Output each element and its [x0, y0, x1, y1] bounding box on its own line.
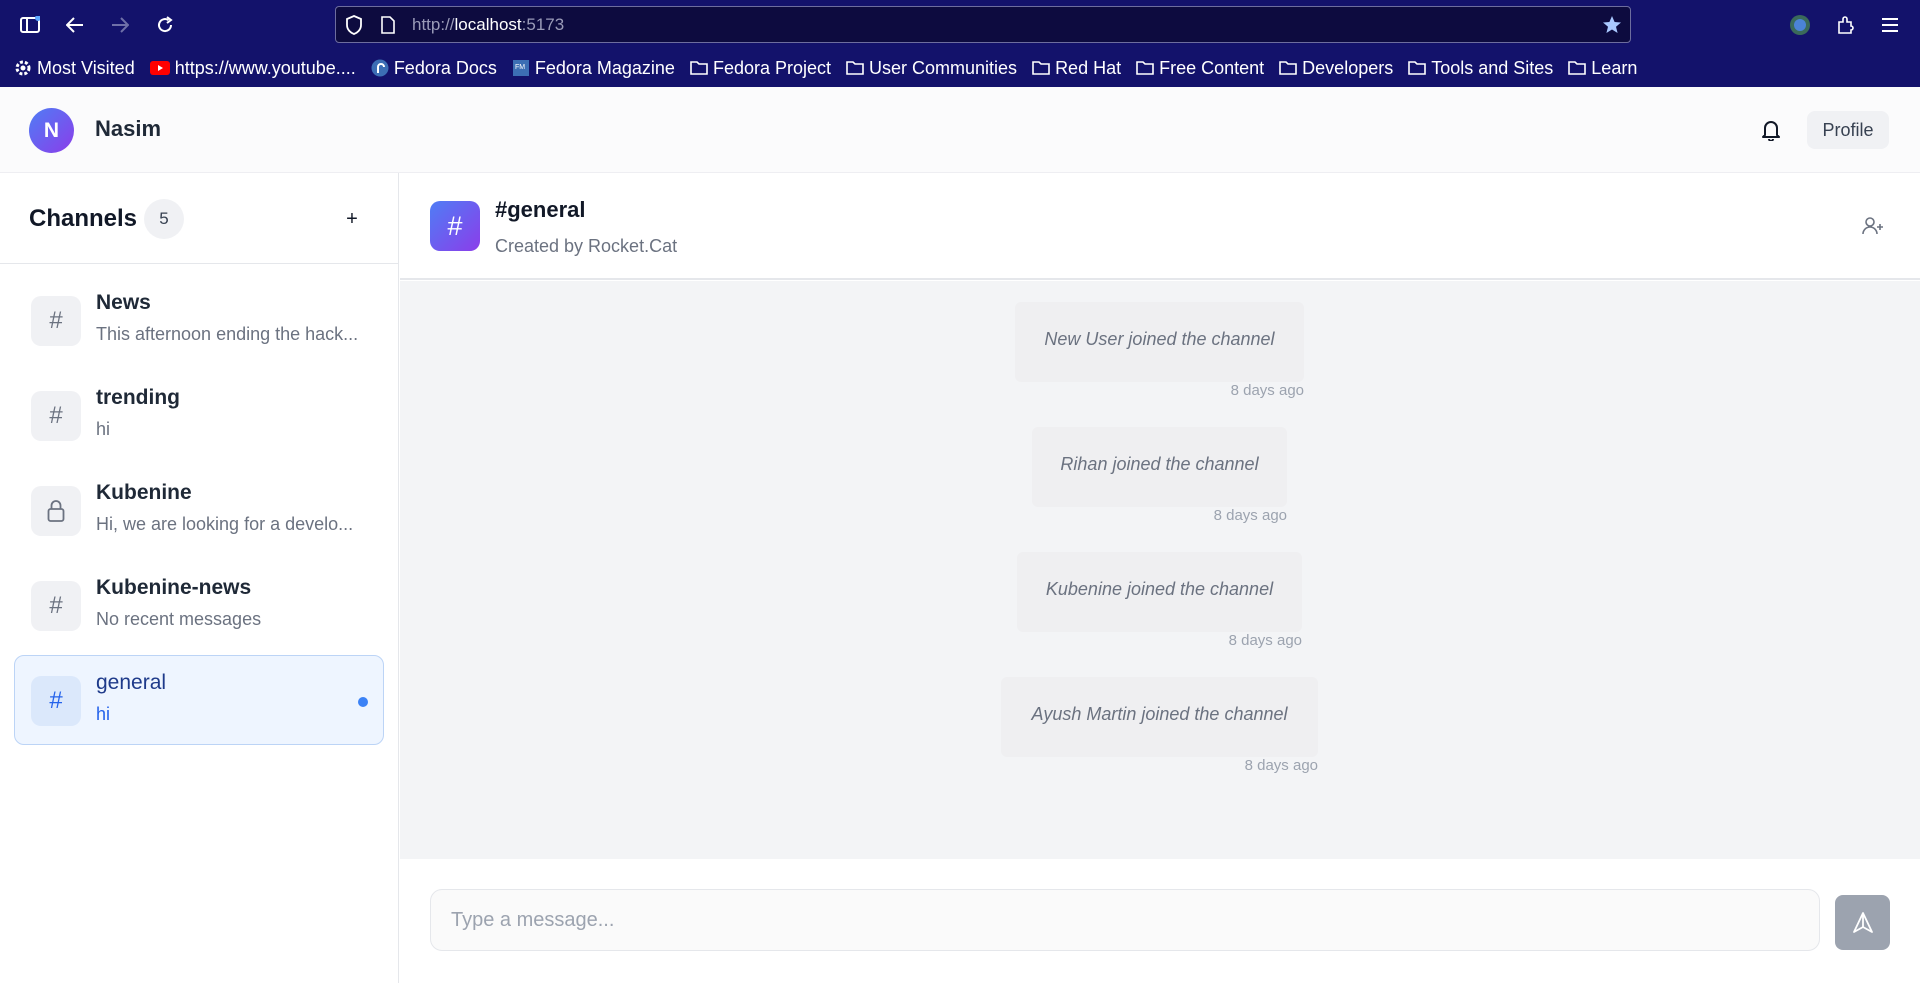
message-list: New User joined the channel 8 days ago R… — [400, 281, 1920, 859]
system-message: Rihan joined the channel 8 days ago — [1032, 427, 1287, 524]
channel-preview: hi — [96, 704, 111, 724]
lock-icon — [31, 486, 81, 536]
sidebar-header: Channels 5 + — [0, 173, 398, 264]
channel-name: general — [96, 671, 167, 694]
bookmark-most-visited[interactable]: Most Visited — [14, 58, 135, 79]
bookmark-learn[interactable]: Learn — [1568, 58, 1637, 79]
channel-subtitle: Created by Rocket.Cat — [495, 236, 678, 256]
svg-text:FM: FM — [515, 64, 525, 71]
channel-name: News — [96, 291, 151, 314]
system-message-text: New User joined the channel — [1044, 329, 1275, 349]
back-icon[interactable] — [62, 12, 88, 38]
bookmark-red-hat[interactable]: Red Hat — [1032, 58, 1121, 79]
bookmarks-bar: Most Visited https://www.youtube.... Fed… — [0, 49, 1920, 87]
message-timestamp: 8 days ago — [1228, 632, 1302, 649]
sidebar-toggle-icon[interactable] — [17, 12, 43, 38]
message-timestamp: 8 days ago — [1244, 757, 1318, 774]
profile-button[interactable]: Profile — [1807, 111, 1889, 149]
channel-hash-icon: # — [430, 201, 480, 251]
send-icon — [1852, 911, 1873, 933]
url-text[interactable]: http://localhost:5173 — [412, 15, 564, 35]
avatar[interactable]: N — [29, 108, 74, 153]
hash-icon: # — [31, 296, 81, 346]
channel-item-general[interactable]: # general hi — [14, 655, 384, 745]
channel-preview: hi — [96, 419, 111, 439]
bookmark-tools-and-sites[interactable]: Tools and Sites — [1408, 58, 1553, 79]
message-timestamp: 8 days ago — [1213, 507, 1287, 524]
folder-icon — [1032, 61, 1050, 75]
bookmark-developers[interactable]: Developers — [1279, 58, 1393, 79]
send-button[interactable] — [1835, 895, 1890, 950]
page-icon — [380, 16, 396, 39]
channel-name: Kubenine-news — [96, 576, 252, 599]
hash-icon: # — [31, 676, 81, 726]
youtube-icon — [149, 61, 170, 75]
folder-icon — [1568, 61, 1587, 75]
reload-icon[interactable] — [152, 12, 178, 38]
system-message-text: Rihan joined the channel — [1060, 454, 1259, 474]
bookmark-youtube[interactable]: https://www.youtube.... — [149, 58, 356, 79]
hash-icon: # — [31, 581, 81, 631]
channel-sidebar: Channels 5 + # News This afternoon endin… — [0, 173, 399, 983]
profile-avatar-icon[interactable] — [1787, 12, 1813, 38]
channel-name: Kubenine — [96, 481, 192, 504]
channel-count-badge: 5 — [144, 199, 184, 239]
hash-icon: # — [31, 391, 81, 441]
message-timestamp: 8 days ago — [1230, 382, 1304, 399]
add-channel-button[interactable]: + — [340, 201, 364, 237]
url-bar[interactable]: http://localhost:5173 — [335, 6, 1631, 43]
bookmark-fedora-magazine[interactable]: FM Fedora Magazine — [512, 58, 675, 79]
system-message: Kubenine joined the channel 8 days ago — [1017, 552, 1302, 649]
folder-icon — [690, 61, 708, 75]
channel-item-trending[interactable]: # trending hi — [14, 370, 384, 460]
forward-icon[interactable] — [107, 12, 133, 38]
bookmark-fedora-docs[interactable]: Fedora Docs — [371, 58, 497, 79]
channel-item-kubenine-news[interactable]: # Kubenine-news No recent messages — [14, 560, 384, 650]
channel-preview: Hi, we are looking for a develo... — [96, 514, 354, 534]
channel-item-news[interactable]: # News This afternoon ending the hack... — [14, 275, 384, 365]
extensions-icon[interactable] — [1832, 12, 1858, 38]
message-composer — [400, 859, 1920, 983]
fedora-magazine-icon: FM — [512, 60, 529, 76]
bookmark-user-communities[interactable]: User Communities — [846, 58, 1017, 79]
menu-icon[interactable] — [1877, 12, 1903, 38]
bookmark-star-icon[interactable] — [1602, 15, 1622, 40]
user-name: Nasim — [95, 116, 162, 141]
system-message-text: Ayush Martin joined the channel — [1031, 704, 1288, 724]
folder-icon — [846, 61, 864, 75]
sidebar-title: Channels — [29, 205, 138, 232]
channel-preview: This afternoon ending the hack... — [96, 324, 359, 344]
channel-item-kubenine[interactable]: Kubenine Hi, we are looking for a develo… — [14, 465, 384, 555]
fedora-icon — [371, 59, 389, 77]
channel-preview: No recent messages — [96, 609, 262, 629]
gear-icon — [15, 60, 31, 76]
bell-icon[interactable] — [1758, 117, 1784, 143]
bookmark-free-content[interactable]: Free Content — [1136, 58, 1264, 79]
browser-toolbar: http://localhost:5173 — [0, 0, 1920, 49]
folder-icon — [1408, 61, 1427, 75]
system-message: Ayush Martin joined the channel 8 days a… — [1001, 677, 1318, 774]
app-header: N Nasim Profile — [0, 87, 1920, 173]
folder-icon — [1279, 61, 1297, 75]
channel-name: trending — [96, 386, 180, 409]
system-message-text: Kubenine joined the channel — [1045, 579, 1274, 599]
channel-header: # #general Created by Rocket.Cat — [400, 173, 1920, 280]
shield-icon[interactable] — [345, 15, 363, 40]
folder-icon — [1136, 61, 1154, 75]
bookmark-fedora-project[interactable]: Fedora Project — [690, 58, 831, 79]
message-input[interactable] — [430, 889, 1820, 951]
unread-dot — [358, 697, 368, 707]
add-user-icon[interactable] — [1860, 213, 1886, 239]
channel-title: #general — [495, 197, 586, 222]
system-message: New User joined the channel 8 days ago — [1015, 302, 1304, 399]
